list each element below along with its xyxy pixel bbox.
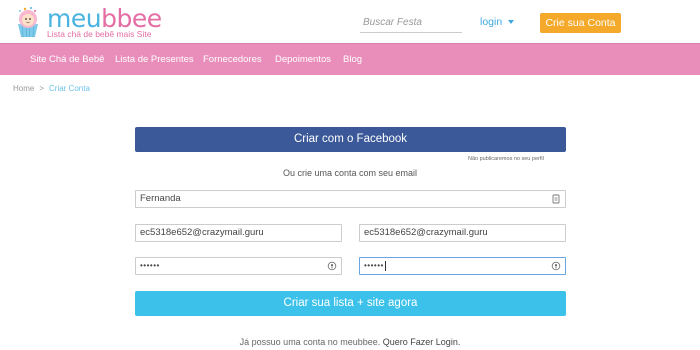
login-dropdown[interactable]: login	[480, 16, 515, 28]
logo-tagline: Lista chá de bebê mais Site	[47, 29, 152, 39]
password-field[interactable]: ••••••	[135, 257, 342, 275]
login-label: login	[480, 16, 503, 28]
breadcrumb-home[interactable]: Home	[13, 84, 34, 93]
id-card-icon	[552, 194, 560, 204]
nav-item-lista-de-presentes[interactable]: Lista de Presentes	[115, 54, 194, 65]
logo[interactable]: meubbee Lista chá de bebê mais Site	[13, 4, 162, 40]
name-field[interactable]: Fernanda	[135, 190, 566, 208]
create-list-button[interactable]: Criar sua lista + site agora	[135, 291, 566, 316]
login-prompt-text: Já possuo uma conta no meubbee.	[239, 337, 381, 347]
password-confirm-value: ••••••	[364, 261, 384, 270]
breadcrumb: Home > Criar Conta	[13, 84, 90, 93]
text-cursor	[385, 261, 386, 271]
email-field[interactable]: ec5318e652@crazymail.guru	[135, 224, 342, 242]
nav-item-blog[interactable]: Blog	[343, 54, 362, 65]
caret-down-icon	[508, 20, 515, 25]
cupcake-icon	[18, 7, 38, 38]
create-account-button[interactable]: Crie sua Conta	[540, 13, 621, 33]
email-value: ec5318e652@crazymail.guru	[140, 227, 264, 238]
password-confirm-field[interactable]: ••••••	[359, 257, 566, 275]
nav-item-site-cha-de-bebe[interactable]: Site Chá de Bebê	[30, 54, 104, 65]
password-value: ••••••	[140, 261, 160, 270]
nav-item-depoimentos[interactable]: Depoimentos	[275, 54, 331, 65]
password-key-icon	[551, 261, 561, 271]
breadcrumb-separator: >	[39, 84, 45, 93]
login-prompt: Já possuo uma conta no meubbee. Quero Fa…	[0, 337, 700, 347]
login-link[interactable]: Quero Fazer Login.	[383, 337, 461, 347]
facebook-signup-button[interactable]: Criar com o Facebook	[135, 127, 566, 152]
header: meubbee Lista chá de bebê mais Site logi…	[0, 0, 700, 42]
main-nav: Site Chá de Bebê Lista de Presentes Forn…	[0, 43, 700, 75]
password-key-icon	[327, 261, 337, 271]
name-value: Fernanda	[140, 193, 181, 204]
or-email-text: Ou crie uma conta com seu email	[282, 168, 418, 178]
breadcrumb-current: Criar Conta	[49, 84, 90, 93]
email-confirm-value: ec5318e652@crazymail.guru	[364, 227, 488, 238]
search-input[interactable]	[360, 13, 462, 33]
email-confirm-field[interactable]: ec5318e652@crazymail.guru	[359, 224, 566, 242]
nav-item-fornecedores[interactable]: Fornecedores	[203, 54, 262, 65]
facebook-note: Não publicaremos no seu perfil	[468, 156, 544, 162]
